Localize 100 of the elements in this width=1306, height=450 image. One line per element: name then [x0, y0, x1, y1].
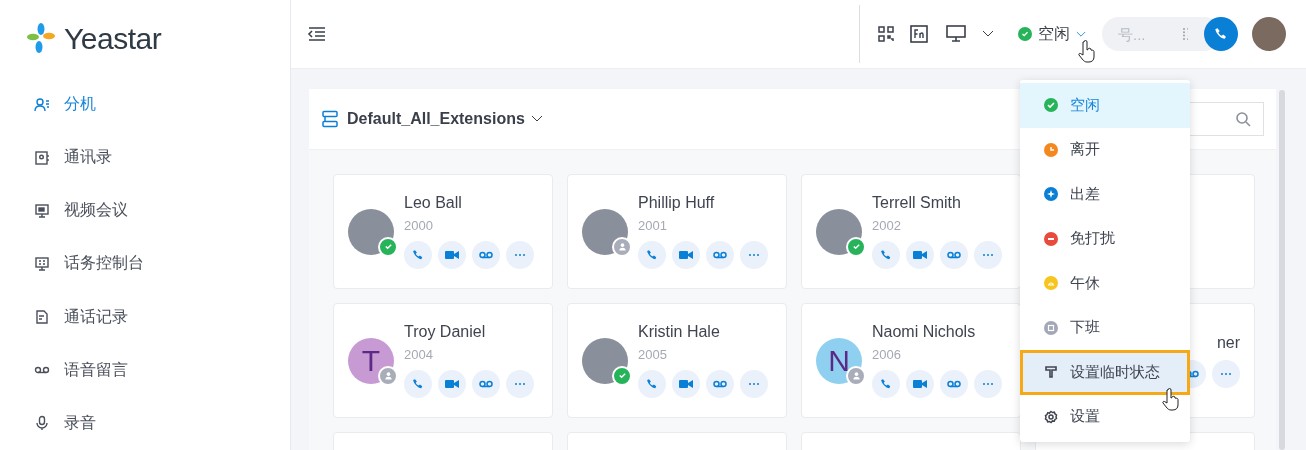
- contact-name: Phillip Huff: [638, 194, 715, 212]
- video-call-button[interactable]: [906, 241, 934, 269]
- call-button[interactable]: [872, 370, 900, 398]
- brand-name: Yeastar: [64, 22, 162, 56]
- avatar-letter: N: [828, 343, 850, 378]
- menu-collapse-icon: [307, 26, 327, 42]
- status-menu-item[interactable]: 午休: [1020, 261, 1190, 306]
- video-call-button[interactable]: [438, 370, 466, 398]
- search-icon: [1235, 111, 1251, 127]
- qr-code-icon: [878, 26, 894, 42]
- extension-number: 2004: [404, 347, 433, 362]
- check-icon: [617, 371, 627, 380]
- phone-icon: [412, 378, 424, 390]
- monitor-icon: [946, 25, 966, 43]
- call-button[interactable]: [872, 241, 900, 269]
- settings-icon: [1044, 409, 1058, 424]
- extension-number: 2000: [404, 218, 433, 233]
- user-avatar[interactable]: [1252, 17, 1286, 51]
- qr-code-button[interactable]: [878, 26, 894, 42]
- nav-icon: [34, 149, 50, 166]
- contact-name: Leo Ball: [404, 194, 462, 212]
- video-camera-icon: [913, 379, 927, 389]
- ellipsis-icon: [514, 253, 526, 257]
- voicemail-button[interactable]: [940, 370, 968, 398]
- sidebar-item[interactable]: 语音留言: [0, 343, 290, 397]
- sidebar-item[interactable]: 视频会议: [0, 184, 290, 238]
- voicemail-button[interactable]: [706, 370, 734, 398]
- chevron-down-icon: [1076, 30, 1086, 38]
- fn-key-icon: [910, 25, 928, 43]
- nav-icon: [34, 309, 50, 326]
- video-camera-icon: [445, 250, 459, 260]
- ellipsis-icon: [748, 253, 760, 257]
- video-call-button[interactable]: [438, 241, 466, 269]
- contact-name: ner: [1216, 333, 1240, 352]
- video-camera-icon: [913, 250, 927, 260]
- person-icon: [383, 371, 393, 380]
- call-button[interactable]: [638, 370, 666, 398]
- voicemail-icon: [713, 251, 727, 259]
- group-icon: [321, 110, 339, 128]
- hand-cursor-icon: [1162, 388, 1180, 412]
- check-icon: [851, 242, 861, 251]
- video-camera-icon: [679, 379, 693, 389]
- video-camera-icon: [679, 250, 693, 260]
- voicemail-button[interactable]: [706, 241, 734, 269]
- phone-icon: [412, 249, 424, 261]
- contact-name: Troy Daniel: [404, 323, 486, 341]
- status-menu-item[interactable]: 空闲: [1020, 83, 1190, 128]
- voicemail-button[interactable]: [472, 370, 500, 398]
- video-call-button[interactable]: [672, 241, 700, 269]
- status-menu-item[interactable]: 下班: [1020, 305, 1190, 350]
- extension-number: 2002: [872, 218, 901, 233]
- voicemail-button[interactable]: [472, 241, 500, 269]
- video-call-button[interactable]: [906, 370, 934, 398]
- nav-icon: [34, 96, 50, 113]
- phone-icon: [646, 378, 658, 390]
- sidebar-item[interactable]: 通讯录: [0, 131, 290, 185]
- status-menu-item[interactable]: 设置: [1020, 394, 1190, 439]
- voicemail-icon: [479, 251, 493, 259]
- ellipsis-icon: [1220, 371, 1232, 376]
- status-selector[interactable]: 空闲: [1018, 23, 1086, 45]
- fn-key-button[interactable]: [910, 25, 928, 43]
- chevron-down-icon: [982, 30, 994, 38]
- monitor-button[interactable]: [946, 25, 994, 43]
- call-button[interactable]: [404, 241, 432, 269]
- sidebar-item[interactable]: 录音: [0, 396, 290, 450]
- avatar-letter: T: [361, 343, 381, 378]
- collapse-menu-button[interactable]: [307, 26, 327, 42]
- extension-number: 2006: [872, 347, 901, 362]
- extension-number: 2005: [638, 347, 667, 362]
- ellipsis-icon: [982, 253, 994, 257]
- voicemail-icon: [947, 251, 961, 259]
- logo-icon: [26, 22, 58, 56]
- phone-icon: [880, 378, 892, 390]
- extension-number: 2001: [638, 218, 667, 233]
- voicemail-icon: [947, 380, 961, 388]
- contact-name: Naomi Nichols: [872, 323, 976, 341]
- contact-name: Kristin Hale: [638, 323, 720, 341]
- voicemail-button[interactable]: [940, 241, 968, 269]
- nav-icon: [34, 415, 50, 432]
- scrollbar[interactable]: [1279, 90, 1285, 450]
- hand-cursor-icon: [1078, 40, 1096, 64]
- status-menu-item[interactable]: 离开: [1020, 127, 1190, 172]
- voicemail-icon: [479, 380, 493, 388]
- dial-field[interactable]: 号...: [1102, 17, 1172, 51]
- sidebar-item[interactable]: 分机: [0, 78, 290, 132]
- ellipsis-icon: [982, 382, 994, 386]
- voicemail-icon: [713, 380, 727, 388]
- status-menu-item[interactable]: 设置临时状态: [1020, 350, 1190, 395]
- group-selector[interactable]: Default_All_Extensions: [347, 110, 543, 128]
- sidebar-item[interactable]: 通话记录: [0, 290, 290, 344]
- video-call-button[interactable]: [672, 370, 700, 398]
- status-menu-item[interactable]: 出差: [1020, 172, 1190, 217]
- nav-icon: [34, 256, 50, 272]
- status-menu-item[interactable]: 免打扰: [1020, 216, 1190, 261]
- call-button[interactable]: [638, 241, 666, 269]
- call-button[interactable]: [404, 370, 432, 398]
- sidebar-item[interactable]: 话务控制台: [0, 237, 290, 291]
- phone-icon: [646, 249, 658, 261]
- ellipsis-icon: [748, 382, 760, 386]
- person-icon: [851, 371, 861, 380]
